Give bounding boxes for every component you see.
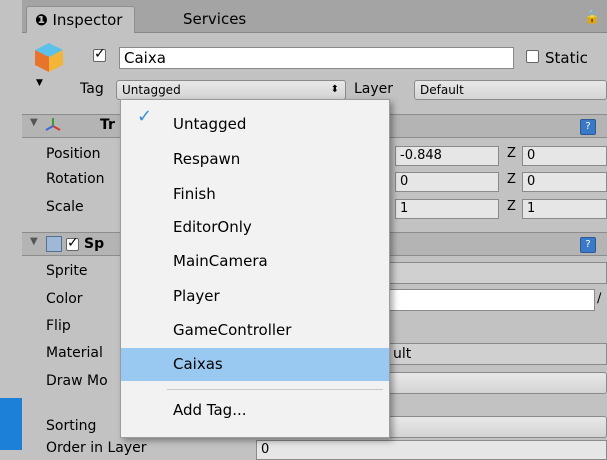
rotation-y-field[interactable]: 0 [395, 172, 499, 192]
transform-title: Tr [100, 117, 115, 133]
rotation-z-label: Z [507, 172, 516, 187]
sorting-layer-label: Sorting [46, 418, 97, 434]
menu-item-player[interactable]: Player [121, 280, 389, 313]
gameobject-cube-icon [35, 43, 63, 72]
scale-y-field[interactable]: 1 [395, 199, 499, 219]
sprite-renderer-title: Sp [84, 236, 105, 252]
sprite-field[interactable] [388, 262, 607, 284]
foldout-arrow-icon[interactable]: ▼ [30, 117, 38, 128]
tab-services[interactable]: Services [175, 6, 258, 32]
menu-item-add-tag[interactable]: Add Tag... [121, 394, 389, 427]
layer-dropdown[interactable]: Default [414, 80, 607, 100]
help-icon[interactable]: ? [580, 237, 596, 253]
position-y-field[interactable]: -0.848 [395, 146, 499, 166]
dropdown-arrow-icon: ⬍ [330, 84, 339, 95]
menu-separator [167, 389, 383, 390]
eyedropper-icon[interactable]: ∕ [597, 291, 601, 306]
order-in-layer-label: Order in Layer [46, 440, 147, 456]
tag-label: Tag [80, 81, 104, 97]
tab-inspector-label: Inspector [52, 11, 123, 29]
color-swatch[interactable] [388, 289, 595, 311]
sprite-renderer-icon [46, 236, 62, 252]
sorting-layer-dropdown[interactable] [388, 416, 607, 438]
menu-item-finish[interactable]: Finish [121, 178, 389, 211]
background-window-edge [0, 398, 22, 450]
material-label: Material [46, 345, 103, 361]
tab-services-label: Services [183, 10, 247, 28]
position-z-field[interactable]: 0 [522, 146, 607, 166]
tag-dropdown-menu: ✓ Untagged Respawn Finish EditorOnly Mai… [120, 99, 390, 438]
static-checkbox[interactable] [526, 50, 539, 63]
layer-label: Layer [354, 81, 394, 97]
active-checkbox[interactable] [93, 46, 106, 62]
menu-item-gamecontroller[interactable]: GameController [121, 314, 389, 347]
menu-item-respawn[interactable]: Respawn [121, 143, 389, 176]
menu-item-untagged[interactable]: Untagged [121, 108, 389, 141]
sprite-renderer-enabled-checkbox[interactable] [66, 235, 79, 251]
cube-dropdown-icon[interactable]: ▼ [36, 78, 43, 88]
position-label: Position [46, 146, 101, 162]
foldout-arrow-icon[interactable]: ▼ [30, 236, 38, 247]
scale-label: Scale [46, 199, 84, 215]
transform-axes-icon [45, 118, 61, 131]
tag-dropdown[interactable]: Untagged ⬍ [116, 80, 346, 100]
layer-dropdown-value: Default [420, 83, 464, 97]
material-field[interactable]: ult [388, 343, 607, 365]
static-label: Static [545, 49, 588, 67]
order-in-layer-field[interactable]: 0 [256, 440, 607, 460]
help-icon[interactable]: ? [580, 119, 596, 135]
rotation-label: Rotation [46, 171, 105, 187]
menu-item-caixas[interactable]: Caixas [121, 348, 389, 381]
menu-item-editoronly[interactable]: EditorOnly [121, 211, 389, 244]
position-z-label: Z [507, 146, 516, 161]
draw-mode-dropdown[interactable] [388, 372, 607, 394]
flip-label: Flip [46, 318, 71, 334]
tab-inspector[interactable]: ❶ Inspector [26, 6, 136, 33]
menu-item-maincamera[interactable]: MainCamera [121, 245, 389, 278]
sprite-label: Sprite [46, 263, 88, 279]
tag-dropdown-value: Untagged [122, 83, 181, 97]
color-label: Color [46, 291, 83, 307]
scale-z-field[interactable]: 1 [522, 199, 607, 219]
object-name-field[interactable]: Caixa [119, 47, 514, 69]
rotation-z-field[interactable]: 0 [522, 172, 607, 192]
lock-icon[interactable]: 🔒 [584, 10, 600, 25]
info-icon: ❶ [35, 11, 48, 29]
scale-z-label: Z [507, 199, 516, 214]
draw-mode-label: Draw Mo [46, 373, 108, 389]
